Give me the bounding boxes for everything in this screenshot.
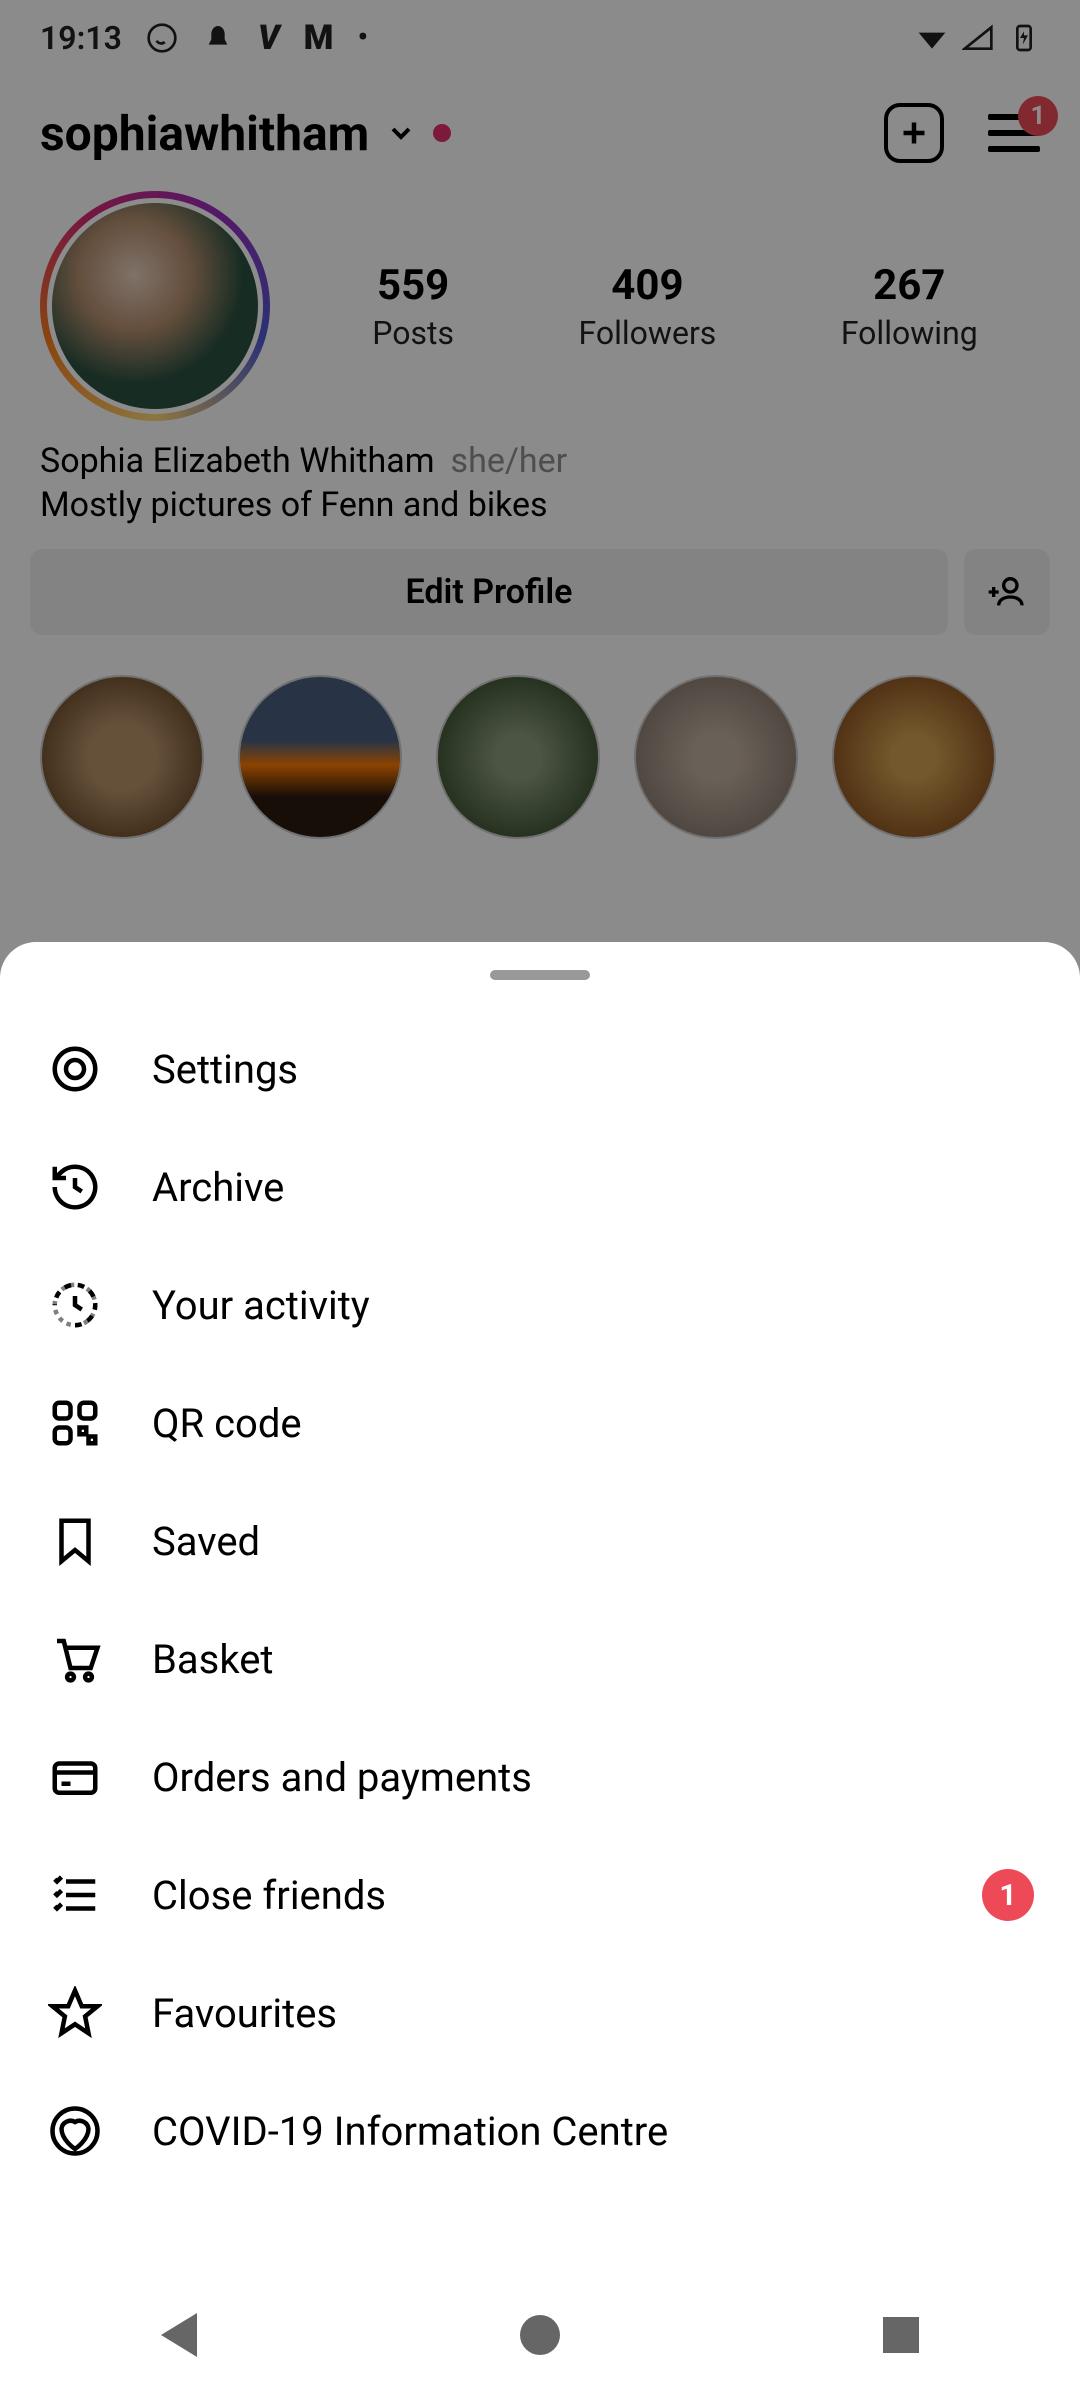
menu-basket[interactable]: Basket bbox=[0, 1600, 1080, 1718]
card-icon bbox=[48, 1750, 102, 1804]
qr-icon bbox=[48, 1396, 102, 1450]
menu-archive-label: Archive bbox=[152, 1164, 1034, 1211]
menu-covid-label: COVID-19 Information Centre bbox=[152, 2108, 1034, 2155]
nav-home-button[interactable] bbox=[520, 2315, 560, 2355]
close-friends-badge: 1 bbox=[982, 1869, 1034, 1921]
settings-icon bbox=[48, 1042, 102, 1096]
menu-archive[interactable]: Archive bbox=[0, 1128, 1080, 1246]
menu-orders-label: Orders and payments bbox=[152, 1754, 1034, 1801]
bottom-sheet: Settings Archive Your activity QR code S… bbox=[0, 942, 1080, 2400]
bookmark-icon bbox=[48, 1514, 102, 1568]
menu-qr-label: QR code bbox=[152, 1400, 1034, 1447]
menu-settings-label: Settings bbox=[152, 1046, 1034, 1093]
nav-recent-button[interactable] bbox=[883, 2317, 919, 2353]
menu-saved-label: Saved bbox=[152, 1518, 1034, 1565]
menu-covid[interactable]: COVID-19 Information Centre bbox=[0, 2072, 1080, 2190]
drag-handle[interactable] bbox=[490, 970, 590, 980]
activity-icon bbox=[48, 1278, 102, 1332]
menu-orders[interactable]: Orders and payments bbox=[0, 1718, 1080, 1836]
nav-back-button[interactable] bbox=[161, 2313, 197, 2357]
menu-settings[interactable]: Settings bbox=[0, 1010, 1080, 1128]
menu-favourites-label: Favourites bbox=[152, 1990, 1034, 2037]
menu-qr[interactable]: QR code bbox=[0, 1364, 1080, 1482]
menu-activity-label: Your activity bbox=[152, 1282, 1034, 1329]
archive-icon bbox=[48, 1160, 102, 1214]
menu-close-friends-label: Close friends bbox=[152, 1872, 934, 1919]
close-friends-icon bbox=[48, 1868, 102, 1922]
android-nav-bar bbox=[0, 2270, 1080, 2400]
menu-close-friends[interactable]: Close friends 1 bbox=[0, 1836, 1080, 1954]
covid-info-icon bbox=[48, 2104, 102, 2158]
menu-saved[interactable]: Saved bbox=[0, 1482, 1080, 1600]
cart-icon bbox=[48, 1632, 102, 1686]
menu-basket-label: Basket bbox=[152, 1636, 1034, 1683]
menu-favourites[interactable]: Favourites bbox=[0, 1954, 1080, 2072]
star-icon bbox=[48, 1986, 102, 2040]
menu-activity[interactable]: Your activity bbox=[0, 1246, 1080, 1364]
